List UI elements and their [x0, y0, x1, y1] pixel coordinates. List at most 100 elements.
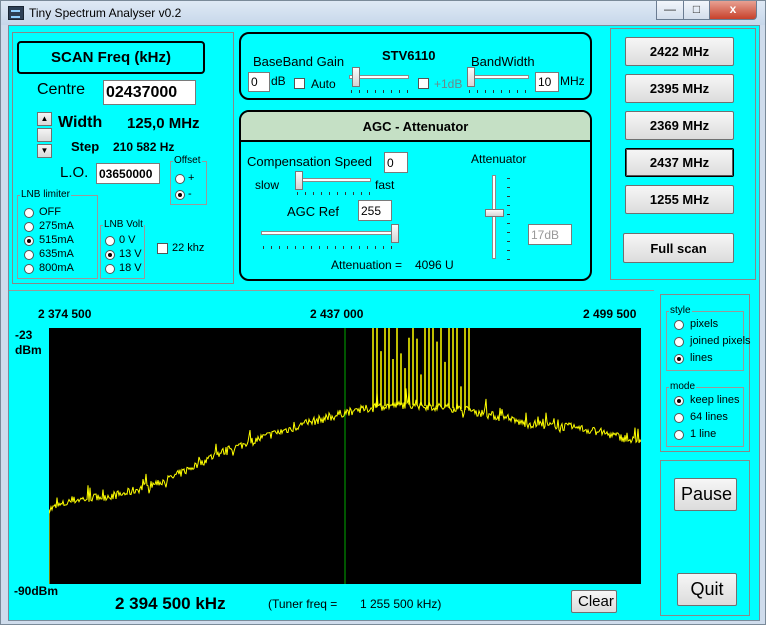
agc-header: AGC - Attenuator: [241, 112, 590, 142]
spectrum-plot[interactable]: [49, 328, 641, 584]
centre-input[interactable]: [103, 80, 196, 105]
quit-button[interactable]: Quit: [677, 573, 737, 606]
lnb-volt-radio[interactable]: [105, 264, 115, 274]
top-unit-label: dBm: [15, 343, 42, 357]
scan-title-box: SCAN Freq (kHz): [17, 41, 205, 74]
display-options-panel: style pixels joined pixels lines mode keep…: [660, 294, 751, 452]
mode-option: keep lines: [690, 394, 740, 406]
baseband-panel: BaseBand Gain STV6110 BandWidth dB Auto …: [239, 32, 592, 100]
lnb-limiter-radio[interactable]: [24, 222, 34, 232]
bandwidth-slider-thumb[interactable]: [467, 67, 475, 87]
app-icon: [8, 6, 24, 20]
step-label: Step: [71, 139, 100, 154]
width-middle-button[interactable]: [37, 128, 52, 142]
plus1db-label: +1dB: [434, 77, 463, 91]
bandwidth-slider-ticks: [469, 90, 529, 93]
agc-title: AGC - Attenuator: [362, 119, 469, 134]
attenuator-slider-thumb[interactable]: [485, 209, 504, 218]
triangle-down-icon: ▼: [40, 146, 49, 155]
attenuator-slider-ticks: [507, 176, 510, 260]
width-label: Width: [58, 114, 103, 131]
offset-plus-radio[interactable]: [175, 174, 185, 184]
style-radio[interactable]: [674, 320, 684, 330]
lnb-volt-radio[interactable]: [105, 236, 115, 246]
preset-button[interactable]: 1255 MHz: [625, 185, 734, 214]
preset-button[interactable]: 2422 MHz: [625, 37, 734, 66]
gain-slider-ticks: [351, 90, 409, 93]
offset-minus-radio[interactable]: [175, 190, 185, 200]
agc-ref-slider-ticks: [263, 246, 399, 249]
mode-radio[interactable]: [674, 430, 684, 440]
style-group: style pixels joined pixels lines: [666, 305, 751, 371]
pause-button[interactable]: Pause: [674, 478, 737, 511]
agc-ref-input[interactable]: [358, 200, 392, 221]
offset-minus-label: -: [188, 188, 192, 200]
comp-speed-input[interactable]: [384, 152, 408, 173]
gain-slider-thumb[interactable]: [351, 67, 360, 87]
triangle-up-icon: ▲: [40, 114, 49, 123]
attenuator-label: Attenuator: [471, 152, 527, 166]
lnb-limiter-radio[interactable]: [24, 236, 34, 246]
plus1db-checkbox[interactable]: [418, 78, 429, 89]
scan-panel: SCAN Freq (kHz) Centre ▲ ▼ Width 125,0 M…: [12, 32, 234, 284]
full-scan-button[interactable]: Full scan: [623, 233, 734, 263]
lnb-limiter-radio[interactable]: [24, 250, 34, 260]
action-panel: Pause Quit: [660, 460, 750, 616]
lo-input[interactable]: [96, 163, 160, 184]
mode-radio[interactable]: [674, 413, 684, 423]
style-radio[interactable]: [674, 337, 684, 347]
comp-speed-slider-ticks: [297, 192, 371, 195]
bottom-level-label: -90dBm: [14, 584, 59, 598]
cursor-freq-label: 2 394 500 kHz: [115, 594, 226, 613]
bandwidth-mhz-unit: MHz: [560, 74, 585, 88]
lnb-limiter-option: 515mA: [39, 234, 74, 246]
22khz-checkbox[interactable]: [157, 243, 168, 254]
bandwidth-label: BandWidth: [471, 54, 535, 69]
comp-speed-slider-track[interactable]: [295, 178, 371, 182]
lnb-limiter-option: 800mA: [39, 262, 74, 274]
lnb-limiter-radio[interactable]: [24, 208, 34, 218]
title-bar: Tiny Spectrum Analyser v0.2 — □ x: [1, 1, 765, 25]
gain-input[interactable]: [248, 72, 270, 92]
window-title: Tiny Spectrum Analyser v0.2: [29, 6, 182, 20]
width-up-button[interactable]: ▲: [37, 112, 52, 126]
offset-group-label: Offset: [173, 155, 202, 166]
spectrum-panel: 2 374 500 2 437 000 2 499 500 -23 dBm -9…: [9, 290, 654, 622]
clear-button[interactable]: Clear: [571, 590, 617, 613]
right-freq-label: 2 499 500: [583, 307, 637, 321]
minimize-button[interactable]: —: [656, 1, 684, 20]
maximize-button[interactable]: □: [683, 1, 710, 20]
width-value: 125,0 MHz: [127, 115, 200, 132]
chip-label: STV6110: [382, 48, 436, 63]
attenuator-input[interactable]: [528, 224, 572, 245]
app-window: Tiny Spectrum Analyser v0.2 — □ x SCAN F…: [0, 0, 766, 625]
centre-label: Centre: [37, 81, 86, 98]
style-group-label: style: [669, 305, 692, 316]
baseband-gain-label: BaseBand Gain: [253, 54, 345, 69]
preset-panel: 2422 MHz 2395 MHz 2369 MHz 2437 MHz 1255 MHz…: [610, 28, 756, 280]
preset-button[interactable]: 2395 MHz: [625, 74, 734, 103]
style-option: pixels: [690, 318, 719, 330]
lnb-volt-group: LNB Volt 0 V 13 V 18 V: [100, 219, 145, 279]
auto-label: Auto: [311, 77, 336, 91]
close-button[interactable]: x: [709, 1, 757, 20]
22khz-label: 22 khz: [172, 242, 205, 254]
bandwidth-input[interactable]: [535, 72, 559, 92]
preset-button[interactable]: 2437 MHz: [625, 148, 734, 177]
comp-speed-slider-thumb[interactable]: [295, 171, 303, 190]
offset-group: Offset + -: [170, 155, 207, 205]
mode-option: 64 lines: [690, 411, 728, 423]
tuner-freq-value: 1 255 500 kHz): [360, 597, 442, 611]
lnb-volt-radio[interactable]: [105, 250, 115, 260]
width-down-button[interactable]: ▼: [37, 144, 52, 158]
tuner-freq-label: (Tuner freq =: [268, 597, 338, 611]
lnb-limiter-radio[interactable]: [24, 264, 34, 274]
agc-ref-slider-track[interactable]: [261, 231, 399, 235]
mode-radio[interactable]: [674, 396, 684, 406]
agc-ref-slider-thumb[interactable]: [391, 224, 399, 243]
preset-button[interactable]: 2369 MHz: [625, 111, 734, 140]
agc-ref-label: AGC Ref: [287, 204, 340, 219]
auto-checkbox[interactable]: [294, 78, 305, 89]
style-radio[interactable]: [674, 354, 684, 364]
bandwidth-slider-track[interactable]: [467, 75, 529, 79]
